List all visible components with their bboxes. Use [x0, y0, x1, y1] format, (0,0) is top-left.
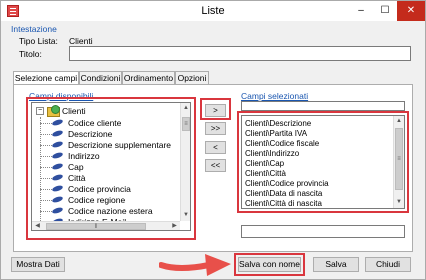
- campi-selezionati-label: Campi selezionati: [241, 91, 309, 101]
- maximize-button[interactable]: ☐: [373, 1, 397, 21]
- titolo-label: Titolo:: [19, 49, 42, 59]
- highlight-selected-fields: [237, 111, 409, 213]
- close-window-button[interactable]: ✕: [397, 1, 425, 21]
- selected-fields-header-box: [241, 101, 405, 111]
- chiudi-button[interactable]: Chiudi: [365, 257, 411, 272]
- titolo-input[interactable]: [69, 46, 411, 61]
- highlight-save-as-button: [234, 253, 305, 276]
- section-title-intestazione: Intestazione: [11, 24, 57, 34]
- remove-field-button[interactable]: <: [205, 141, 226, 154]
- tipo-lista-label: Tipo Lista:: [19, 36, 58, 46]
- annotation-arrow-icon: [159, 254, 231, 276]
- tab-ordinamento[interactable]: Ordinamento: [122, 71, 175, 85]
- add-all-fields-button[interactable]: >>: [205, 122, 226, 135]
- highlight-available-fields: [26, 97, 196, 240]
- mostra-dati-button[interactable]: Mostra Dati: [11, 257, 65, 272]
- tipo-lista-value: Clienti: [69, 36, 93, 46]
- salva-button[interactable]: Salva: [313, 257, 359, 272]
- tab-opzioni[interactable]: Opzioni: [175, 71, 209, 85]
- highlight-add-button: [200, 98, 231, 120]
- selected-field-input[interactable]: [241, 225, 405, 238]
- minimize-button[interactable]: –: [349, 1, 373, 21]
- remove-all-fields-button[interactable]: <<: [205, 159, 226, 172]
- tab-condizioni[interactable]: Condizioni: [79, 71, 122, 85]
- title-bar: Liste – ☐ ✕: [1, 1, 425, 21]
- liste-window: Liste – ☐ ✕ Intestazione Tipo Lista: Cli…: [0, 0, 426, 280]
